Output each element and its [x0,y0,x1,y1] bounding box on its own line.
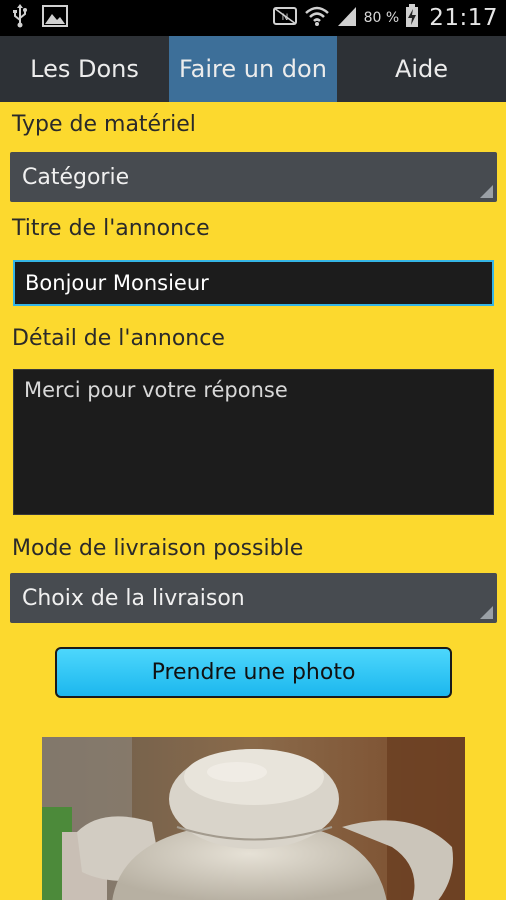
battery-percent: 80 % [363,10,400,26]
category-value: Catégorie [22,164,130,190]
delivery-label: Mode de livraison possible [12,536,304,561]
take-photo-button[interactable]: Prendre une photo [55,647,452,698]
status-time: 21:17 [429,5,498,31]
title-input[interactable]: Bonjour Monsieur [13,260,494,306]
signal-icon [336,5,358,31]
delivery-value: Choix de la livraison [22,585,245,611]
tab-aide[interactable]: Aide [337,36,506,102]
nfc-icon: N [272,5,298,31]
image-notification-icon [42,5,68,31]
status-left-icons [12,4,68,32]
detail-label: Détail de l'annonce [12,326,225,351]
tab-bar: Les Dons Faire un don Aide [0,36,506,102]
delivery-spinner[interactable]: Choix de la livraison [10,573,497,623]
type-label: Type de matériel [12,112,196,137]
dropdown-corner-icon [480,606,493,619]
teapot-photo [42,737,465,900]
usb-icon [12,4,28,32]
title-label: Titre de l'annonce [12,216,210,241]
dropdown-corner-icon [480,185,493,198]
donation-form: Type de matériel Catégorie Titre de l'an… [0,102,506,900]
detail-textarea[interactable]: Merci pour votre réponse [13,369,494,515]
battery-charging-icon [405,4,419,32]
status-right-icons: N 80 % 21:17 [272,4,498,32]
tab-les-dons[interactable]: Les Dons [0,36,169,102]
tab-faire-un-don[interactable]: Faire un don [169,36,337,102]
wifi-icon [304,5,330,31]
status-bar: N 80 % 21:17 [0,0,506,36]
category-spinner[interactable]: Catégorie [10,152,497,202]
